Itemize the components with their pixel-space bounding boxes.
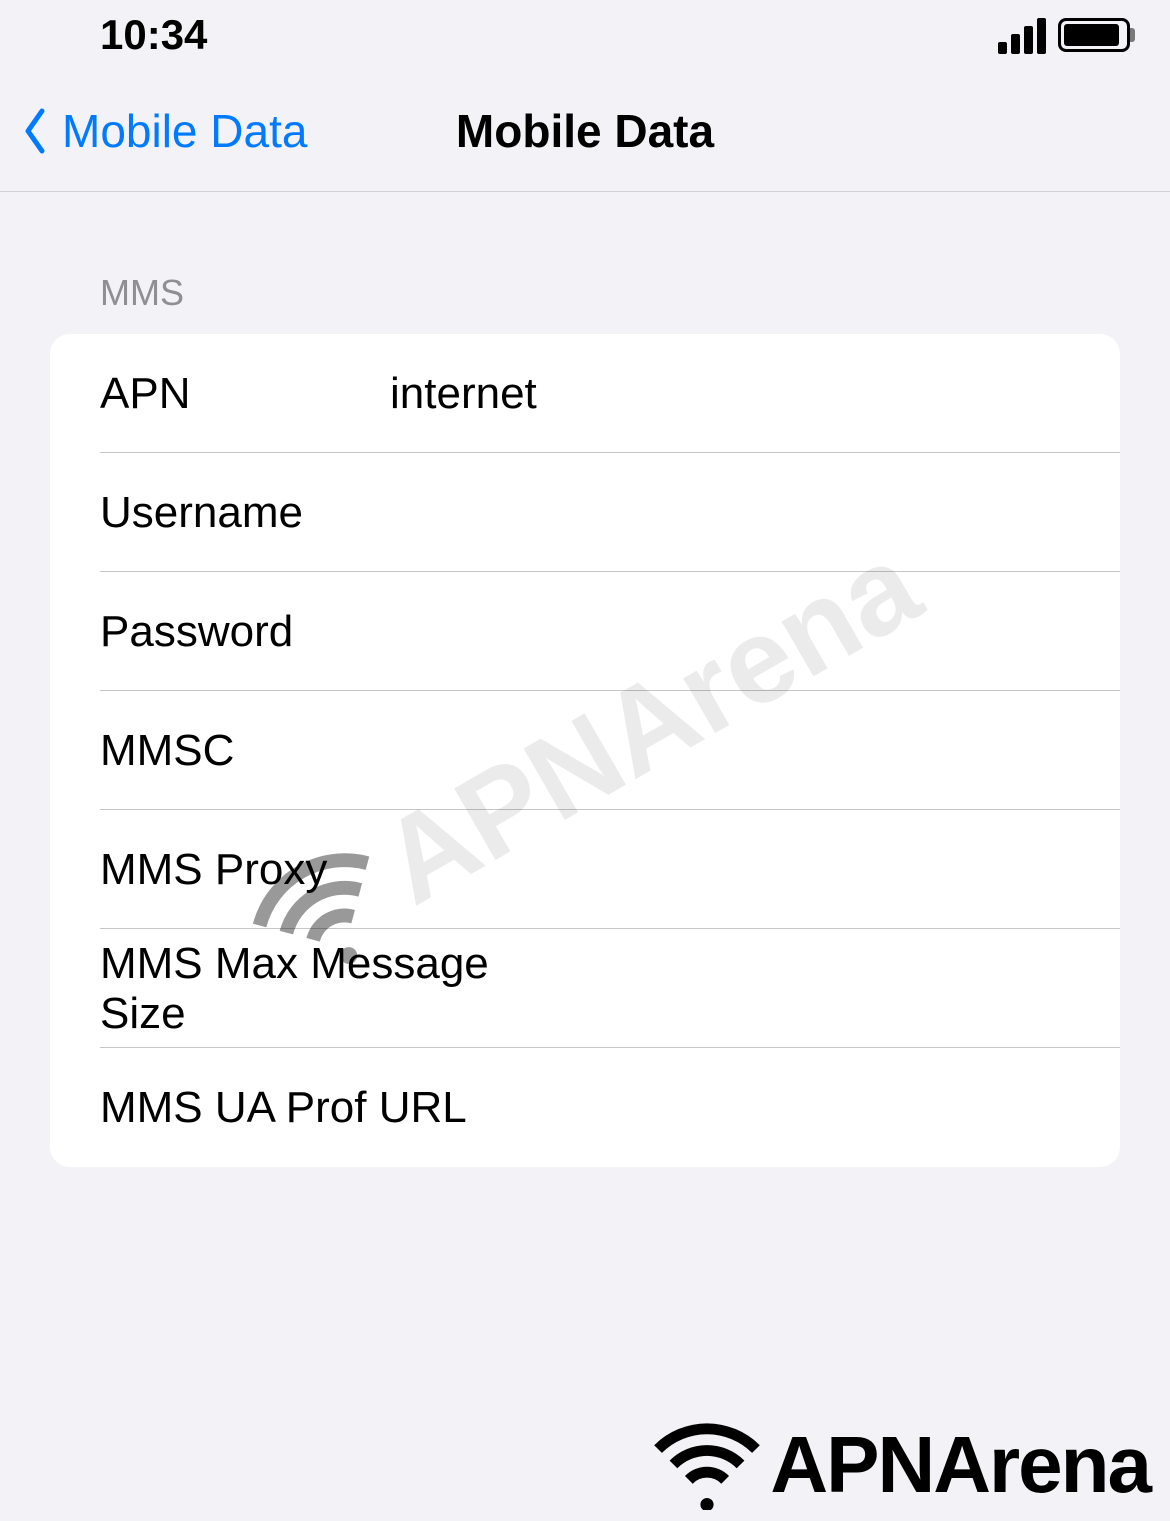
row-mmsc[interactable]: MMSC — [50, 691, 1120, 810]
input-mms-proxy[interactable] — [327, 845, 1120, 895]
label-mms-proxy: MMS Proxy — [100, 845, 327, 895]
label-mms-ua-prof: MMS UA Prof URL — [100, 1083, 467, 1133]
label-apn: APN — [100, 369, 390, 419]
label-password: Password — [100, 607, 390, 657]
status-bar: 10:34 — [0, 0, 1170, 70]
section-header-mms: MMS — [0, 272, 1170, 334]
label-mmsc: MMSC — [100, 726, 390, 776]
navigation-bar: Mobile Data Mobile Data — [0, 70, 1170, 192]
input-password[interactable] — [390, 607, 1120, 657]
row-mms-ua-prof[interactable]: MMS UA Prof URL — [50, 1048, 1120, 1167]
input-username[interactable] — [390, 488, 1120, 538]
settings-group-mms: APN Username Password MMSC MMS Proxy MMS… — [50, 334, 1120, 1167]
input-mmsc[interactable] — [390, 726, 1120, 776]
status-right — [998, 16, 1130, 54]
row-mms-max-size[interactable]: MMS Max Message Size — [50, 929, 1120, 1048]
back-button[interactable]: Mobile Data — [0, 104, 307, 158]
chevron-left-icon — [20, 106, 50, 156]
back-label: Mobile Data — [62, 104, 307, 158]
row-apn[interactable]: APN — [50, 334, 1120, 453]
row-username[interactable]: Username — [50, 453, 1120, 572]
input-mms-max-size[interactable] — [515, 964, 1120, 1014]
cellular-signal-icon — [998, 16, 1048, 54]
battery-icon — [1058, 18, 1130, 52]
row-password[interactable]: Password — [50, 572, 1120, 691]
input-apn[interactable] — [390, 369, 1120, 419]
status-time: 10:34 — [100, 11, 207, 59]
wifi-icon — [652, 1420, 762, 1510]
content: MMS APN Username Password MMSC MMS Proxy… — [0, 192, 1170, 1167]
label-mms-max-size: MMS Max Message Size — [100, 939, 515, 1039]
footer-logo-text: APNArena — [770, 1419, 1150, 1511]
footer-logo: APNArena — [652, 1419, 1150, 1511]
input-mms-ua-prof[interactable] — [467, 1083, 1120, 1133]
label-username: Username — [100, 488, 390, 538]
page-title: Mobile Data — [456, 104, 714, 158]
row-mms-proxy[interactable]: MMS Proxy — [50, 810, 1120, 929]
